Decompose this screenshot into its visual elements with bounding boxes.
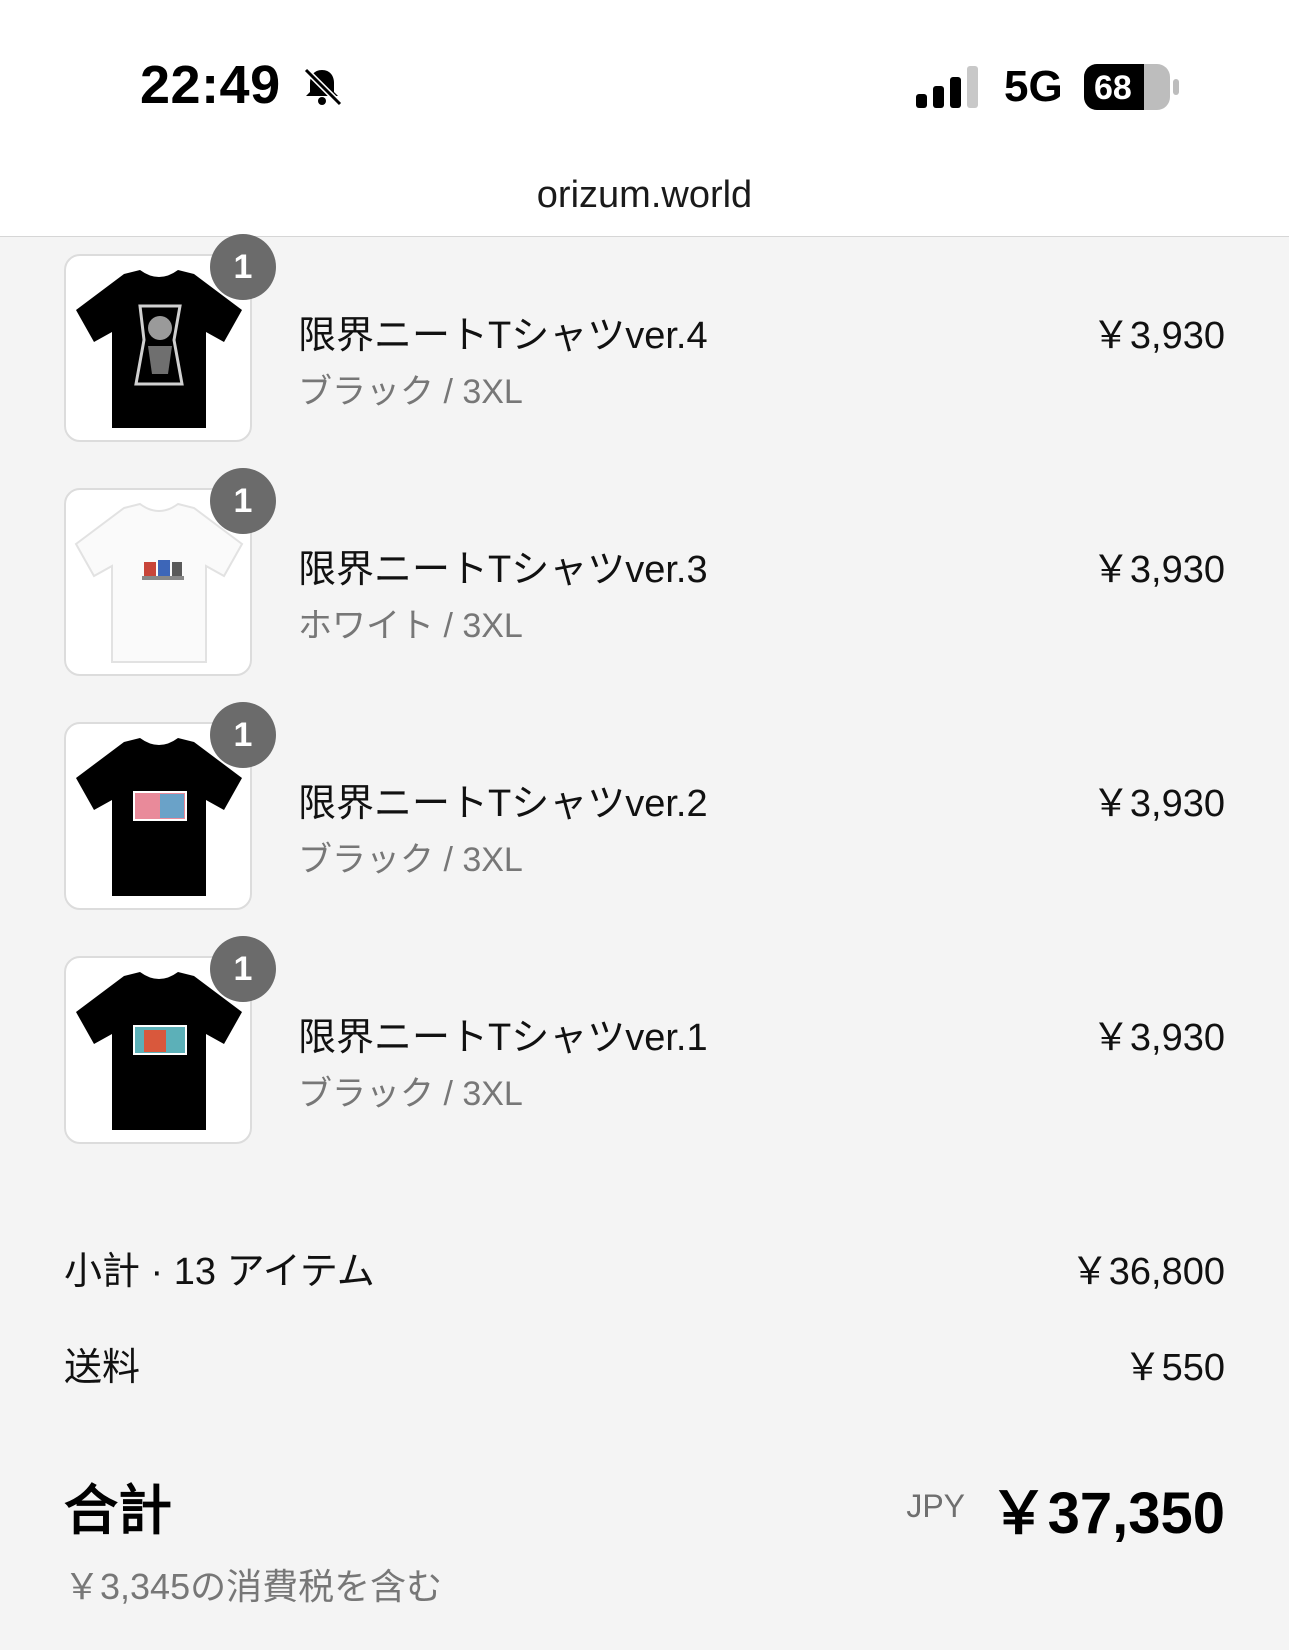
product-variant: ブラック / 3XL — [298, 373, 523, 411]
product-variant: ホワイト / 3XL — [298, 607, 523, 645]
product-name: 限界ニートTシャツver.4 — [298, 315, 708, 357]
status-time: 22:49 — [140, 55, 281, 115]
battery-icon: 68 — [1084, 64, 1180, 110]
product-variant: ブラック / 3XL — [298, 1075, 523, 1113]
shipping-label: 送料 — [64, 1347, 141, 1389]
status-bar: 22:49 5G 68 — [0, 0, 1289, 150]
subtotal-label: 小計 · 13 アイテム — [64, 1251, 375, 1293]
product-price: ￥3,930 — [1091, 1017, 1225, 1059]
network-type: 5G — [1004, 62, 1063, 111]
product-price: ￥3,930 — [1091, 315, 1225, 357]
quantity-badge: 1 — [210, 234, 276, 300]
cart-item: 1 限界ニートTシャツver.3 ホワイト / 3XL ￥3,930 — [0, 468, 1289, 688]
signal-icon — [916, 66, 978, 108]
cart-item: 1 限界ニートTシャツver.1 ブラック / 3XL ￥3,930 — [0, 936, 1289, 1156]
browser-address-bar[interactable]: orizum.world — [0, 150, 1289, 237]
quantity-badge: 1 — [210, 468, 276, 534]
quantity-badge: 1 — [210, 702, 276, 768]
product-name: 限界ニートTシャツver.3 — [298, 549, 708, 591]
cart-item: 1 限界ニートTシャツver.2 ブラック / 3XL ￥3,930 — [0, 702, 1289, 922]
subtotal-value: ￥36,800 — [1070, 1251, 1225, 1293]
product-name: 限界ニートTシャツver.1 — [298, 1017, 708, 1059]
tax-note: ￥3,345の消費税を含む — [64, 1566, 443, 1607]
cart-item: 1 限界ニートTシャツver.4 ブラック / 3XL ￥3,930 — [0, 234, 1289, 454]
battery-level: 68 — [1094, 69, 1132, 107]
total-value: ￥37,350 — [989, 1481, 1225, 1546]
product-variant: ブラック / 3XL — [298, 841, 523, 879]
bell-slash-icon — [303, 67, 343, 107]
total-label: 合計 — [64, 1481, 172, 1541]
shipping-value: ￥550 — [1123, 1347, 1225, 1389]
quantity-badge: 1 — [210, 936, 276, 1002]
url-text: orizum.world — [536, 174, 753, 216]
product-name: 限界ニートTシャツver.2 — [298, 783, 708, 825]
product-price: ￥3,930 — [1091, 783, 1225, 825]
currency-code: JPY — [906, 1488, 965, 1524]
product-price: ￥3,930 — [1091, 549, 1225, 591]
